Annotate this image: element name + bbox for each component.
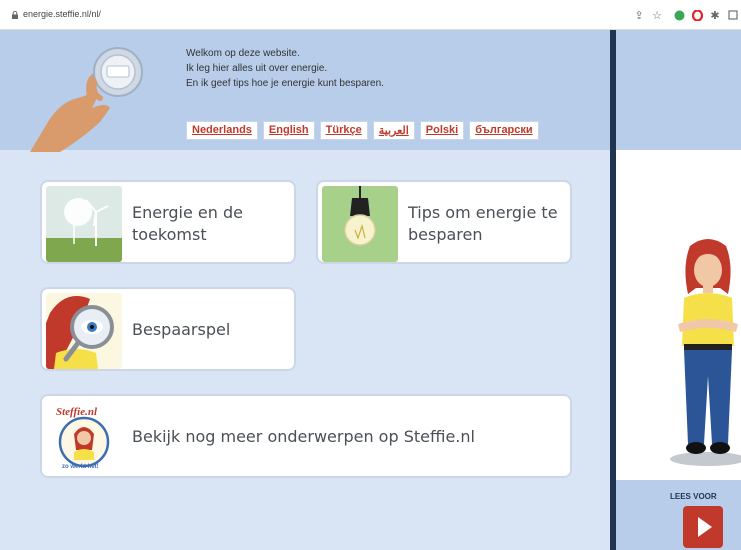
site-header: Welkom op deze website. Ik leg hier alle… (0, 30, 610, 152)
puzzle-icon[interactable]: ✱ (708, 8, 722, 22)
card-label: Bespaarspel (132, 319, 230, 341)
welcome-line: Ik leg hier alles uit over energie. (186, 63, 328, 74)
play-button[interactable] (683, 506, 723, 548)
lang-link-turkce[interactable]: Türkçe (319, 121, 368, 140)
lang-link-nederlands[interactable]: Nederlands (186, 121, 258, 140)
address-bar[interactable]: energie.steffie.nl/nl/ (23, 9, 101, 19)
wind-turbine-icon (46, 186, 122, 262)
steffie-logo-icon: Steffie.nl zo werkt het! (46, 400, 122, 476)
card-label-line: Bespaarspel (132, 320, 231, 339)
lang-link-arabic[interactable]: العربية (372, 121, 415, 140)
read-aloud-label: LEES VOOR (670, 492, 717, 501)
card-label-line: Bekijk nog meer onderwerpen op Steffie.n… (132, 427, 475, 446)
welcome-text: Welkom op deze website. Ik leg hier alle… (186, 46, 384, 91)
right-panel-character-area (616, 150, 741, 480)
sidebar-icon[interactable] (726, 8, 740, 22)
card-label-line: toekomst (132, 225, 207, 244)
magnifier-icon (46, 293, 122, 369)
card-label: Energie en de toekomst (132, 202, 243, 246)
card-bespaarspel[interactable]: Bespaarspel (40, 287, 296, 371)
logo-tagline: zo werkt het! (62, 464, 99, 470)
browser-toolbar: energie.steffie.nl/nl/ ⇪ ☆ ✱ (0, 0, 741, 30)
language-switcher: Nederlands English Türkçe العربية Polski… (186, 121, 539, 140)
share-icon[interactable]: ⇪ (632, 8, 646, 22)
card-label-line: Energie en de (132, 203, 243, 222)
card-label: Bekijk nog meer onderwerpen op Steffie.n… (132, 426, 475, 448)
card-label-line: Tips om energie te (408, 203, 558, 222)
steffie-character-icon (670, 239, 741, 466)
lang-link-english[interactable]: English (262, 121, 315, 140)
card-label-line: besparen (408, 225, 483, 244)
lock-icon (12, 11, 18, 19)
card-label: Tips om energie te besparen (408, 202, 558, 246)
right-panel-top (616, 30, 741, 150)
card-tips-besparen[interactable]: Tips om energie te besparen (316, 180, 572, 264)
welcome-line: Welkom op deze website. (186, 48, 300, 59)
welcome-line: En ik geef tips hoe je energie kunt besp… (186, 78, 384, 89)
lightbulb-icon (322, 186, 398, 262)
lang-link-polski[interactable]: Polski (419, 121, 465, 140)
evernote-icon[interactable] (672, 8, 686, 22)
star-icon[interactable]: ☆ (650, 8, 664, 22)
card-meer-onderwerpen[interactable]: Steffie.nl zo werkt het! Bekijk nog meer… (40, 394, 572, 478)
hand-thermostat-icon (30, 47, 143, 152)
opera-icon[interactable] (690, 8, 704, 22)
logo-title: Steffie.nl (56, 406, 98, 418)
lang-link-bulgarian[interactable]: български (469, 121, 539, 140)
card-energie-toekomst[interactable]: Energie en de toekomst (40, 180, 296, 264)
